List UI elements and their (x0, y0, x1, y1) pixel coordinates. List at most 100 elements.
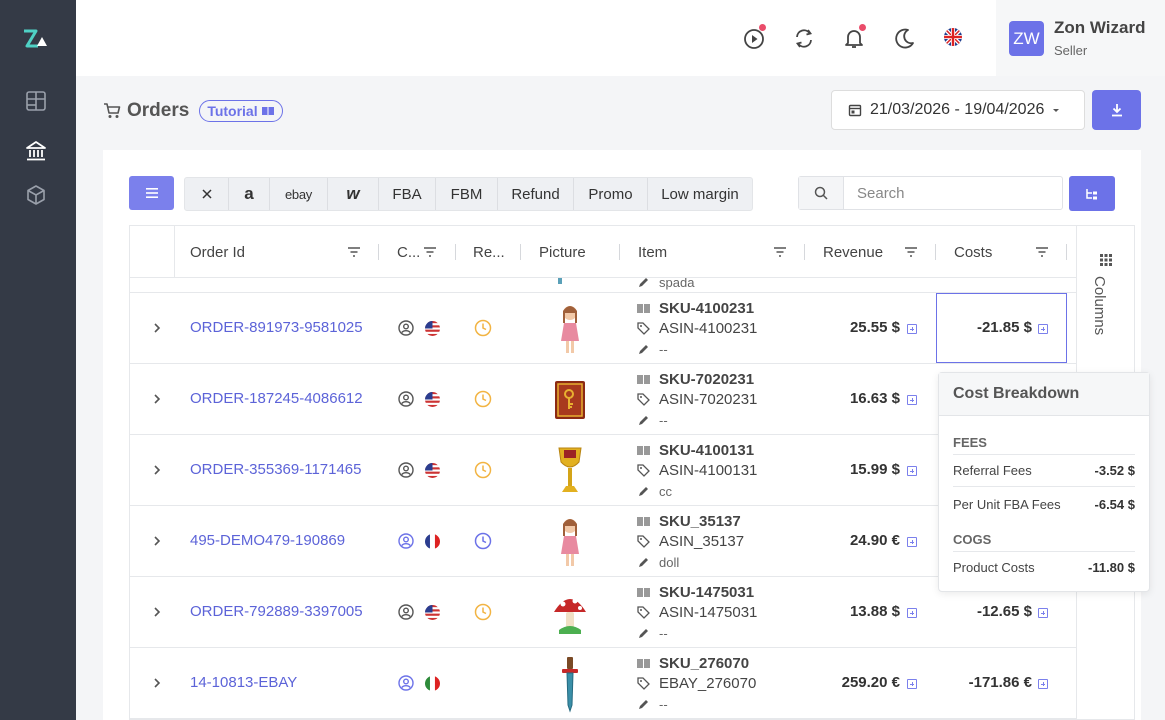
filter-fbm[interactable]: FBM (436, 178, 498, 210)
filter-refund[interactable]: Refund (498, 178, 574, 210)
item-note-value: -- (659, 626, 668, 641)
col-header-refund[interactable]: Re... (473, 226, 505, 278)
item-sku-value: SKU_276070 (659, 655, 750, 672)
tree-view-button[interactable] (1069, 176, 1115, 211)
col-header-costs[interactable]: Costs (954, 226, 992, 278)
fba-fees-row: Per Unit FBA Fees -6.54 $ (953, 497, 1135, 512)
user-role: Seller (1054, 43, 1088, 58)
table-row[interactable]: 14-10813-EBAY SKU_276070 EBAY_276070 -- … (130, 648, 1076, 719)
order-id-link[interactable]: ORDER-355369-1171465 (190, 461, 362, 478)
filter-walmart[interactable]: w (328, 178, 379, 210)
col-header-order-id[interactable]: Order Id (190, 226, 245, 278)
sync-icon[interactable] (792, 26, 816, 50)
user-menu[interactable]: ZW Zon Wizard Seller (996, 0, 1165, 76)
app-logo[interactable] (22, 28, 48, 50)
dashboard-icon[interactable] (25, 90, 47, 112)
expand-cost-icon[interactable] (1038, 679, 1048, 689)
item-note-value: -- (659, 413, 668, 428)
person-circle-icon (398, 462, 414, 478)
dark-mode-moon-icon[interactable] (893, 26, 917, 50)
package-icon[interactable] (25, 184, 47, 206)
item-note[interactable]: -- (637, 413, 668, 428)
table-row[interactable]: ORDER-355369-1171465 SKU-4100131 ASIN-41… (130, 435, 1076, 506)
order-id-link[interactable]: ORDER-187245-4086612 (190, 390, 363, 407)
chevron-right-icon[interactable] (152, 464, 162, 476)
item-note[interactable]: cc (637, 484, 672, 499)
item-note-value: doll (659, 555, 680, 570)
filter-fbm-label: FBM (450, 185, 483, 203)
date-range-picker[interactable]: 21/03/2026 - 19/04/2026 (831, 90, 1085, 130)
expand-revenue-icon[interactable] (907, 395, 917, 405)
table-row[interactable]: ORDER-187245-4086612 SKU-7020231 ASIN-70… (130, 364, 1076, 435)
download-button[interactable] (1092, 90, 1141, 130)
chevron-right-icon[interactable] (152, 677, 162, 689)
filter-icon[interactable] (347, 245, 361, 259)
order-id-link[interactable]: 14-10813-EBAY (190, 674, 297, 691)
item-sku-value: SKU-1475031 (659, 584, 755, 601)
filter-fba[interactable]: FBA (379, 178, 436, 210)
order-id-link[interactable]: ORDER-891973-9581025 (190, 319, 363, 336)
tag-icon (637, 535, 650, 548)
filter-icon[interactable] (773, 245, 787, 259)
menu-toggle-button[interactable] (129, 176, 174, 210)
search-input[interactable] (844, 177, 1054, 209)
referral-fees-row: Referral Fees -3.52 $ (953, 463, 1135, 478)
expand-cost-icon[interactable] (1038, 608, 1048, 618)
col-header-item[interactable]: Item (638, 226, 667, 278)
filter-icon[interactable] (423, 245, 437, 259)
product-image-chalice[interactable] (539, 442, 601, 500)
play-notification-dot (759, 24, 766, 31)
col-header-channel[interactable]: C... (397, 226, 420, 278)
person-circle-icon (398, 675, 414, 691)
expand-cost-icon[interactable] (1038, 324, 1048, 334)
search-icon (799, 177, 844, 209)
chevron-right-icon[interactable] (152, 606, 162, 618)
filter-icon[interactable] (904, 245, 918, 259)
table-row[interactable]: ORDER-891973-9581025 SKU-4100231 ASIN-41… (130, 293, 1076, 364)
clock-pending-icon (474, 390, 492, 408)
item-note[interactable]: -- (637, 342, 668, 357)
chevron-right-icon[interactable] (152, 535, 162, 547)
order-id-link[interactable]: ORDER-792889-3397005 (190, 603, 363, 620)
clock-pending-icon (474, 319, 492, 337)
col-header-revenue[interactable]: Revenue (823, 226, 883, 278)
filter-clear[interactable] (185, 178, 229, 210)
chevron-right-icon[interactable] (152, 322, 162, 334)
expand-revenue-icon[interactable] (907, 679, 917, 689)
table-row[interactable]: 495-DEMO479-190869 SKU_35137 ASIN_35137 … (130, 506, 1076, 577)
filter-icon[interactable] (1035, 245, 1049, 259)
tag-icon (637, 606, 650, 619)
chevron-right-icon[interactable] (152, 393, 162, 405)
item-asin: ASIN-4100231 (637, 320, 757, 337)
col-header-picture[interactable]: Picture (539, 226, 586, 278)
pencil-icon (639, 700, 648, 709)
expand-revenue-icon[interactable] (907, 324, 917, 334)
caret-down-icon (1053, 109, 1060, 112)
order-id-link[interactable]: 495-DEMO479-190869 (190, 532, 345, 549)
product-image-mushroom[interactable] (539, 584, 601, 642)
filter-ebay[interactable]: ebay (270, 178, 328, 210)
item-note[interactable]: -- (637, 697, 668, 712)
search-box (798, 176, 1063, 210)
grid-dots-icon (1100, 254, 1112, 266)
user-name: Zon Wizard (1054, 18, 1146, 37)
quick-filters: a ebay w FBA FBM Refund Promo Low margin (184, 177, 753, 211)
filter-low-margin[interactable]: Low margin (648, 178, 752, 210)
product-image-book[interactable] (539, 371, 601, 429)
tutorial-button[interactable]: Tutorial (199, 100, 283, 122)
expand-revenue-icon[interactable] (907, 537, 917, 547)
table-row[interactable]: ORDER-792889-3397005 SKU-1475031 ASIN-14… (130, 577, 1076, 648)
product-image-doll[interactable] (539, 300, 601, 358)
expand-revenue-icon[interactable] (907, 466, 917, 476)
filter-amazon[interactable]: a (229, 178, 270, 210)
product-image-doll[interactable] (539, 513, 601, 571)
fba-fees-value: -6.54 $ (1094, 497, 1135, 512)
pencil-icon (639, 278, 648, 287)
bank-icon[interactable] (25, 140, 47, 162)
item-note[interactable]: -- (637, 626, 668, 641)
expand-revenue-icon[interactable] (907, 608, 917, 618)
product-image-sword[interactable] (539, 655, 601, 713)
uk-flag-language-icon[interactable] (943, 27, 963, 47)
item-note[interactable]: doll (637, 555, 679, 570)
filter-promo[interactable]: Promo (574, 178, 648, 210)
